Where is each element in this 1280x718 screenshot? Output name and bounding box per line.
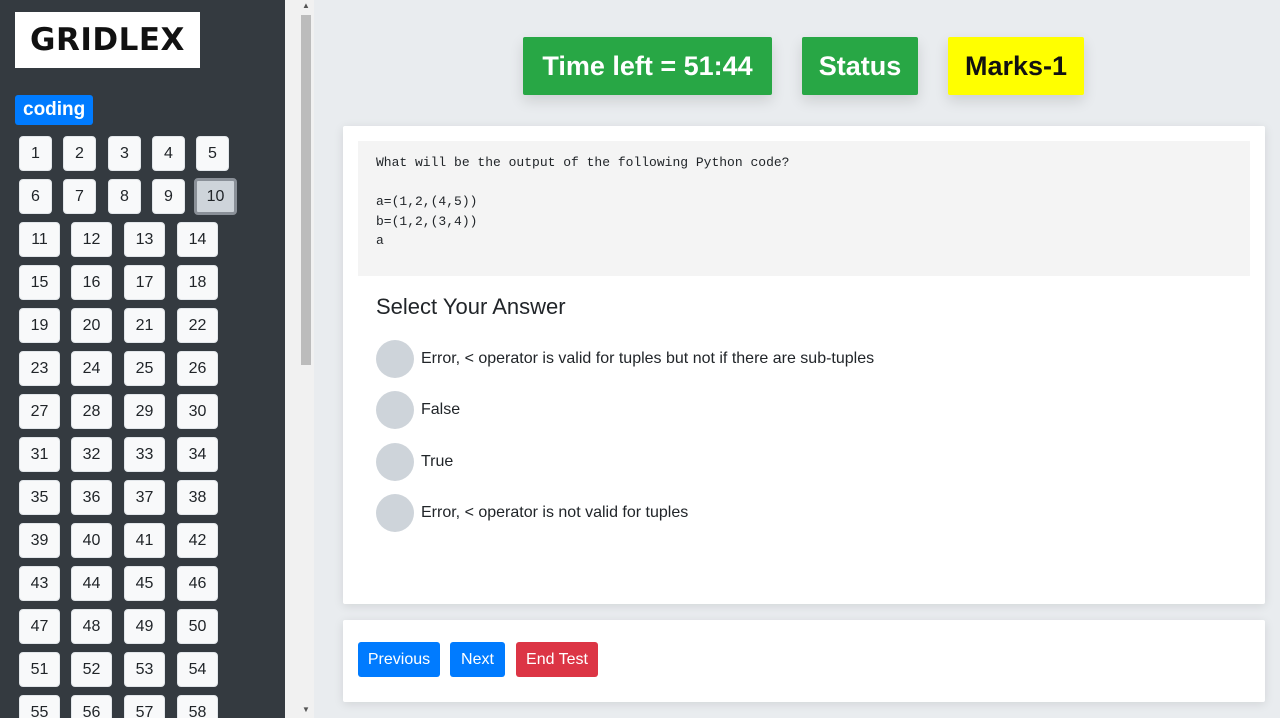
question-number-button[interactable]: 23: [19, 351, 60, 386]
question-number-button[interactable]: 39: [19, 523, 60, 558]
answer-option-label: True: [421, 453, 454, 470]
question-number-button[interactable]: 47: [19, 609, 60, 644]
question-number-button[interactable]: 9: [152, 179, 185, 214]
answer-option[interactable]: True: [376, 443, 453, 481]
question-number-button[interactable]: 6: [19, 179, 52, 214]
question-number-button[interactable]: 5: [196, 136, 229, 171]
question-number-button[interactable]: 11: [19, 222, 60, 257]
answer-option-label: Error, < operator is not valid for tuple…: [421, 504, 689, 521]
question-number-button[interactable]: 15: [19, 265, 60, 300]
question-number-button[interactable]: 57: [124, 695, 165, 718]
scroll-up-icon[interactable]: ▲: [300, 1, 312, 10]
question-number-button[interactable]: 38: [177, 480, 218, 515]
question-number-button[interactable]: 49: [124, 609, 165, 644]
question-number-button[interactable]: 2: [63, 136, 96, 171]
question-number-button[interactable]: 45: [124, 566, 165, 601]
next-button[interactable]: Next: [450, 642, 505, 677]
question-card: What will be the output of the following…: [343, 126, 1265, 604]
question-number-button[interactable]: 54: [177, 652, 218, 687]
answer-option-label: Error, < operator is valid for tuples bu…: [421, 350, 875, 367]
question-number-button[interactable]: 37: [124, 480, 165, 515]
question-number-button[interactable]: 50: [177, 609, 218, 644]
question-number-button[interactable]: 12: [71, 222, 112, 257]
navigation-card: Previous Next End Test: [343, 620, 1265, 702]
question-number-button[interactable]: 14: [177, 222, 218, 257]
radio-icon[interactable]: [376, 340, 414, 378]
question-number-button[interactable]: 1: [19, 136, 52, 171]
question-number-button[interactable]: 53: [124, 652, 165, 687]
scrollbar-thumb[interactable]: [301, 15, 311, 365]
scroll-down-icon[interactable]: ▼: [300, 705, 312, 714]
question-number-button[interactable]: 35: [19, 480, 60, 515]
radio-icon[interactable]: [376, 391, 414, 429]
radio-icon[interactable]: [376, 494, 414, 532]
status-button[interactable]: Status: [802, 37, 918, 95]
question-number-button[interactable]: 44: [71, 566, 112, 601]
question-number-button[interactable]: 48: [71, 609, 112, 644]
question-number-button[interactable]: 51: [19, 652, 60, 687]
question-number-button[interactable]: 20: [71, 308, 112, 343]
question-number-button[interactable]: 27: [19, 394, 60, 429]
question-number-button[interactable]: 10: [194, 178, 237, 215]
question-number-button[interactable]: 13: [124, 222, 165, 257]
select-answer-title: Select Your Answer: [376, 294, 566, 319]
question-number-button[interactable]: 43: [19, 566, 60, 601]
marks-badge: Marks-1: [948, 37, 1084, 95]
answer-option[interactable]: False: [376, 391, 460, 429]
question-number-button[interactable]: 25: [124, 351, 165, 386]
answer-option-label: False: [421, 401, 461, 418]
question-code: What will be the output of the following…: [358, 141, 1250, 276]
radio-icon[interactable]: [376, 443, 414, 481]
question-number-button[interactable]: 29: [124, 394, 165, 429]
logo: GRIDLEX: [15, 12, 200, 68]
question-number-button[interactable]: 33: [124, 437, 165, 472]
sidebar: GRIDLEX coding 1 2 3 4 5 6 7 8 9 10 11 12 13 14 15 16 17…: [0, 0, 285, 718]
question-number-button[interactable]: 7: [63, 179, 96, 214]
question-number-button[interactable]: 34: [177, 437, 218, 472]
question-number-button[interactable]: 46: [177, 566, 218, 601]
question-number-button[interactable]: 17: [124, 265, 165, 300]
question-number-button[interactable]: 32: [71, 437, 112, 472]
sidebar-scrollbar[interactable]: ▲ ▼: [285, 0, 314, 718]
timer-badge: Time left = 51:44: [523, 37, 772, 95]
question-number-button[interactable]: 4: [152, 136, 185, 171]
question-number-button[interactable]: 16: [71, 265, 112, 300]
question-number-button[interactable]: 24: [71, 351, 112, 386]
question-number-button[interactable]: 56: [71, 695, 112, 718]
question-number-button[interactable]: 3: [108, 136, 141, 171]
question-number-button[interactable]: 58: [177, 695, 218, 718]
end-test-button[interactable]: End Test: [516, 642, 598, 677]
question-number-button[interactable]: 36: [71, 480, 112, 515]
question-number-button[interactable]: 41: [124, 523, 165, 558]
question-number-button[interactable]: 18: [177, 265, 218, 300]
question-number-button[interactable]: 30: [177, 394, 218, 429]
question-number-button[interactable]: 26: [177, 351, 218, 386]
question-number-button[interactable]: 22: [177, 308, 218, 343]
question-number-button[interactable]: 52: [71, 652, 112, 687]
previous-button[interactable]: Previous: [358, 642, 440, 677]
question-number-button[interactable]: 28: [71, 394, 112, 429]
category-badge[interactable]: coding: [15, 95, 94, 125]
question-number-button[interactable]: 21: [124, 308, 165, 343]
question-number-button[interactable]: 8: [108, 179, 141, 214]
question-number-button[interactable]: 19: [19, 308, 60, 343]
question-number-button[interactable]: 55: [19, 695, 60, 718]
answer-option[interactable]: Error, < operator is not valid for tuple…: [376, 494, 688, 532]
answer-option[interactable]: Error, < operator is valid for tuples bu…: [376, 340, 874, 378]
question-number-button[interactable]: 40: [71, 523, 112, 558]
question-number-button[interactable]: 42: [177, 523, 218, 558]
question-number-button[interactable]: 31: [19, 437, 60, 472]
